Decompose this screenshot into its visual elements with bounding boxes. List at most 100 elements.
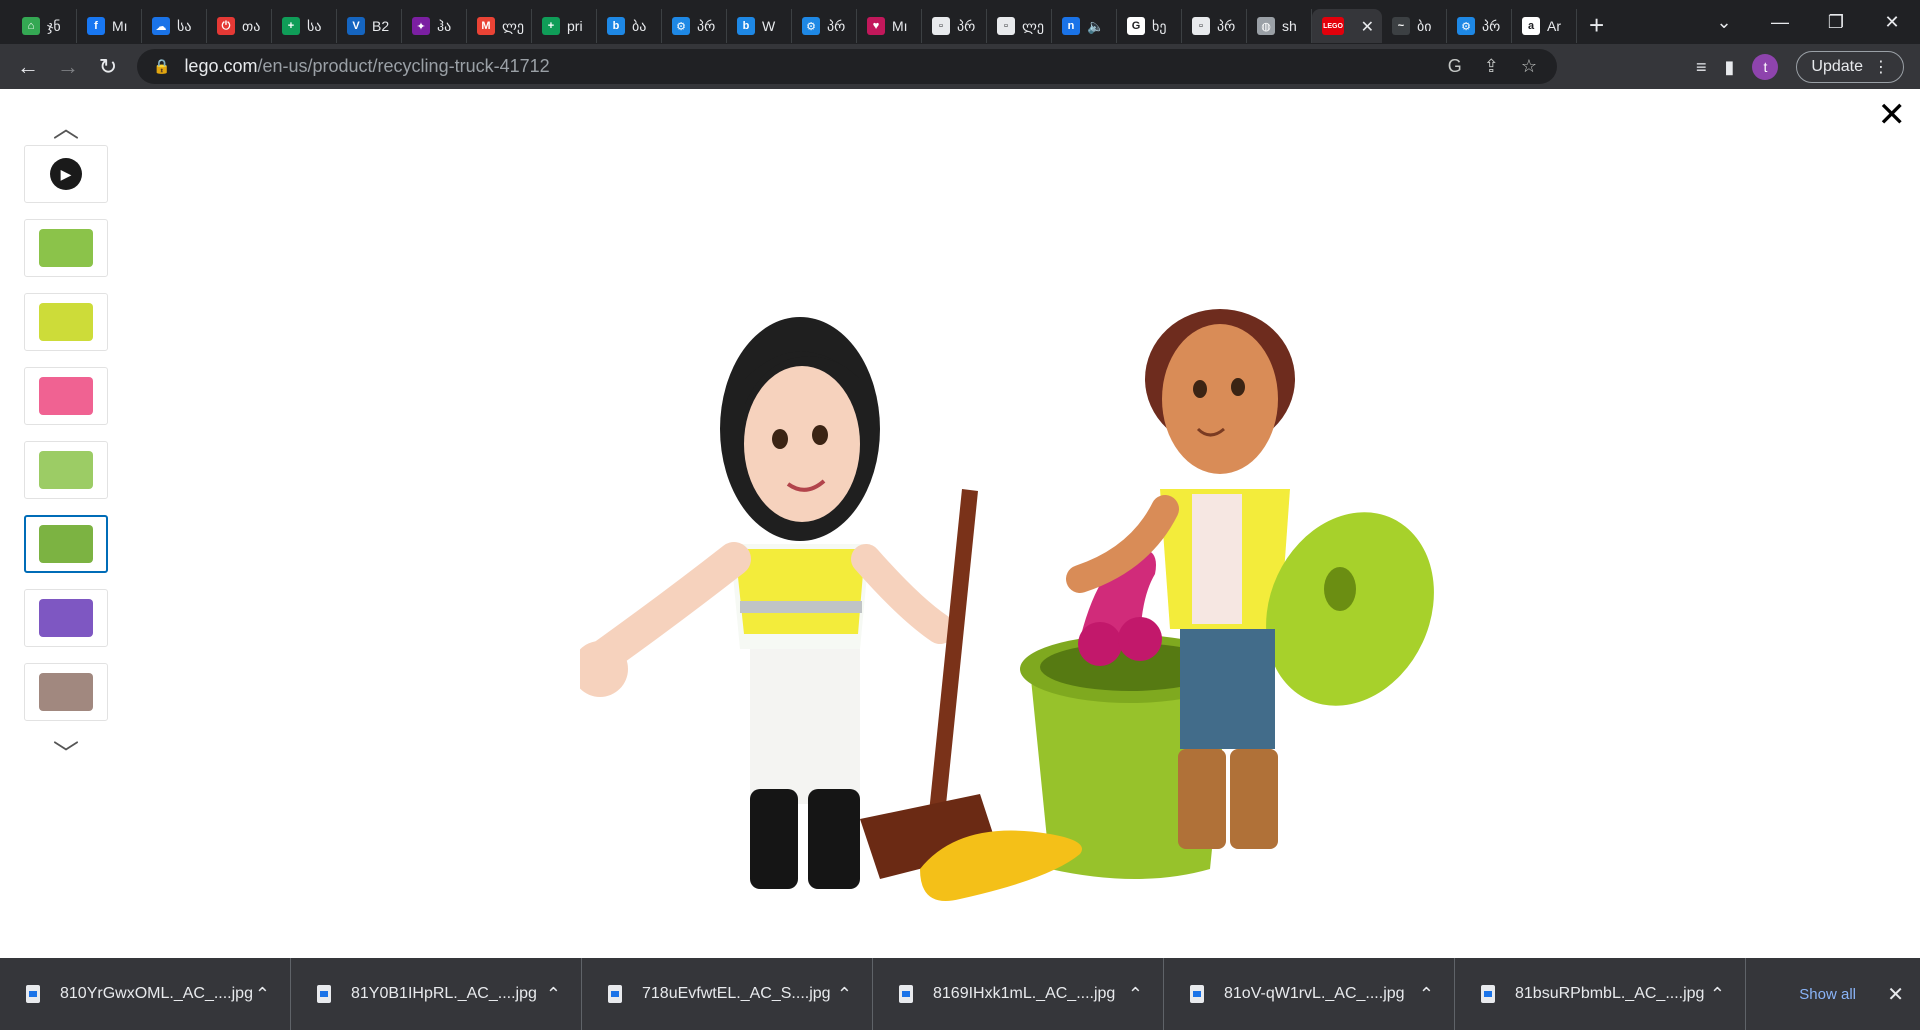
tab-title: ჯნ <box>47 17 61 34</box>
browser-tab[interactable]: ⚙ პრ <box>662 9 727 43</box>
browser-tab[interactable]: n 🔈 <box>1052 9 1117 43</box>
browser-tab[interactable]: Gხე <box>1117 9 1182 43</box>
browser-tab[interactable]: a Ar <box>1512 9 1577 43</box>
browser-toolbar: ← → ↻ 🔒 lego.com /en-us/product/recyclin… <box>0 44 1920 89</box>
tab-favicon-icon: ▫ <box>932 17 950 35</box>
tab-title: Ar <box>1547 18 1561 34</box>
download-item[interactable]: 810YrGwxOML._AC_....jpg ⌃ <box>0 958 291 1030</box>
url-host: lego.com <box>184 56 258 76</box>
minimize-button[interactable]: — <box>1752 12 1808 33</box>
tab-title: სა <box>177 17 192 34</box>
browser-tab[interactable]: f Mı <box>77 9 142 43</box>
download-item[interactable]: 81Y0B1IHpRL._AC_....jpg ⌃ <box>291 958 582 1030</box>
browser-tab[interactable]: ⌂ ჯნ <box>12 9 77 43</box>
browser-tab[interactable]: b ბა <box>597 9 662 43</box>
tab-favicon-icon: ▫ <box>1192 17 1210 35</box>
chevron-up-icon[interactable]: ︿ <box>24 111 108 145</box>
tab-favicon-icon: ⚙ <box>672 17 690 35</box>
thumbnail-preview <box>39 229 93 267</box>
download-shelf: 810YrGwxOML._AC_....jpg ⌃ 81Y0B1IHpRL._AC_… <box>0 958 1920 1030</box>
close-icon[interactable]: ✕ <box>1878 95 1907 135</box>
thumbnail-preview <box>39 303 93 341</box>
image-thumbnail[interactable] <box>24 515 108 573</box>
tab-favicon-icon: ✦ <box>412 17 430 35</box>
tab-favicon-icon: V <box>347 17 365 35</box>
image-thumbnail[interactable] <box>24 219 108 277</box>
download-options-chevron-icon[interactable]: ⌃ <box>1128 984 1143 1005</box>
download-item[interactable]: 81oV-qW1rvL._AC_....jpg ⌃ <box>1164 958 1455 1030</box>
browser-tab[interactable]: ~ ბი <box>1382 9 1447 43</box>
image-thumbnail[interactable] <box>24 663 108 721</box>
browser-tab[interactable]: ▫ ლე <box>987 9 1052 43</box>
browser-tab[interactable]: bW <box>727 9 792 43</box>
reload-button[interactable]: ↻ <box>88 54 128 80</box>
tab-title: W <box>762 18 776 34</box>
share-icon[interactable]: ⇪ <box>1484 56 1499 77</box>
update-label: Update <box>1811 58 1863 75</box>
google-lens-icon[interactable]: G <box>1448 56 1462 77</box>
browser-tab[interactable]: ▫ პრ <box>922 9 987 43</box>
tab-search-icon[interactable]: ⌄ <box>1696 12 1752 33</box>
download-options-chevron-icon[interactable]: ⌃ <box>1710 984 1725 1005</box>
reading-list-icon[interactable]: ≡ <box>1696 57 1707 78</box>
tab-title: პრ <box>957 17 976 34</box>
new-tab-button[interactable]: + <box>1589 10 1604 41</box>
product-image <box>580 309 1434 901</box>
image-file-icon <box>1481 985 1495 1003</box>
tab-favicon-icon: n <box>1062 17 1080 35</box>
browser-tab[interactable]: ⚙ პრ <box>792 9 857 43</box>
download-options-chevron-icon[interactable]: ⌃ <box>255 984 270 1005</box>
image-file-icon <box>899 985 913 1003</box>
browser-tab[interactable]: V B2 <box>337 9 402 43</box>
forward-button[interactable]: → <box>48 54 88 80</box>
close-download-shelf-icon[interactable]: ✕ <box>1887 982 1904 1007</box>
tab-title: pri <box>567 18 583 34</box>
image-thumbnail[interactable] <box>24 441 108 499</box>
download-filename: 81Y0B1IHpRL._AC_....jpg <box>351 985 537 1002</box>
close-window-button[interactable]: ✕ <box>1864 12 1920 33</box>
browser-tab[interactable]: LEGO ✕ <box>1312 9 1382 43</box>
image-thumbnail[interactable] <box>24 367 108 425</box>
browser-tab[interactable]: ▫ პრ <box>1182 9 1247 43</box>
tab-close-icon[interactable]: ✕ <box>1361 17 1374 37</box>
bookmark-star-icon[interactable]: ☆ <box>1521 56 1537 77</box>
browser-tab[interactable]: Mლე <box>467 9 532 43</box>
browser-tab[interactable]: ♥ Mı <box>857 9 922 43</box>
video-thumbnail[interactable]: ▶ <box>24 145 108 203</box>
browser-tab[interactable]: + სა <box>272 9 337 43</box>
download-options-chevron-icon[interactable]: ⌃ <box>1419 984 1434 1005</box>
browser-tab[interactable]: ✦ ჰა <box>402 9 467 43</box>
image-file-icon <box>26 985 40 1003</box>
download-item[interactable]: 718uEvfwtEL._AC_S....jpg ⌃ <box>582 958 873 1030</box>
side-panel-icon[interactable]: ▮ <box>1725 57 1735 78</box>
restore-button[interactable]: ❐ <box>1808 12 1864 33</box>
back-button[interactable]: ← <box>8 54 48 80</box>
browser-tab[interactable]: ☁ სა <box>142 9 207 43</box>
lock-icon[interactable]: 🔒 <box>153 58 170 75</box>
tab-favicon-icon: ♥ <box>867 17 885 35</box>
image-thumbnail[interactable] <box>24 293 108 351</box>
browser-tab[interactable]: ◍ sh <box>1247 9 1312 43</box>
browser-tab[interactable]: ⚙ პრ <box>1447 9 1512 43</box>
tab-favicon-icon: ▫ <box>997 17 1015 35</box>
more-menu-icon[interactable]: ⋮ <box>1873 57 1889 77</box>
thumbnail-preview <box>39 525 93 563</box>
browser-tab[interactable]: + pri <box>532 9 597 43</box>
tab-title: ბი <box>1417 17 1432 34</box>
browser-tab[interactable]: ⏻ თა <box>207 9 272 43</box>
profile-avatar[interactable]: t <box>1752 54 1779 80</box>
download-options-chevron-icon[interactable]: ⌃ <box>546 984 561 1005</box>
chevron-down-icon[interactable]: ﹀ <box>24 737 108 771</box>
address-bar[interactable]: 🔒 lego.com /en-us/product/recycling-truc… <box>137 49 1557 84</box>
download-options-chevron-icon[interactable]: ⌃ <box>837 984 852 1005</box>
tab-favicon-icon: ⚙ <box>802 17 820 35</box>
download-item[interactable]: 8169IHxk1mL._AC_....jpg ⌃ <box>873 958 1164 1030</box>
tab-favicon-icon: b <box>607 17 625 35</box>
image-thumbnail[interactable] <box>24 589 108 647</box>
update-button[interactable]: Update ⋮ <box>1796 51 1904 83</box>
thumbnail-preview <box>39 451 93 489</box>
download-filename: 718uEvfwtEL._AC_S....jpg <box>642 985 831 1002</box>
show-all-downloads-link[interactable]: Show all <box>1799 986 1856 1003</box>
tab-favicon-icon: G <box>1127 17 1145 35</box>
download-item[interactable]: 81bsuRPbmbL._AC_....jpg ⌃ <box>1455 958 1746 1030</box>
